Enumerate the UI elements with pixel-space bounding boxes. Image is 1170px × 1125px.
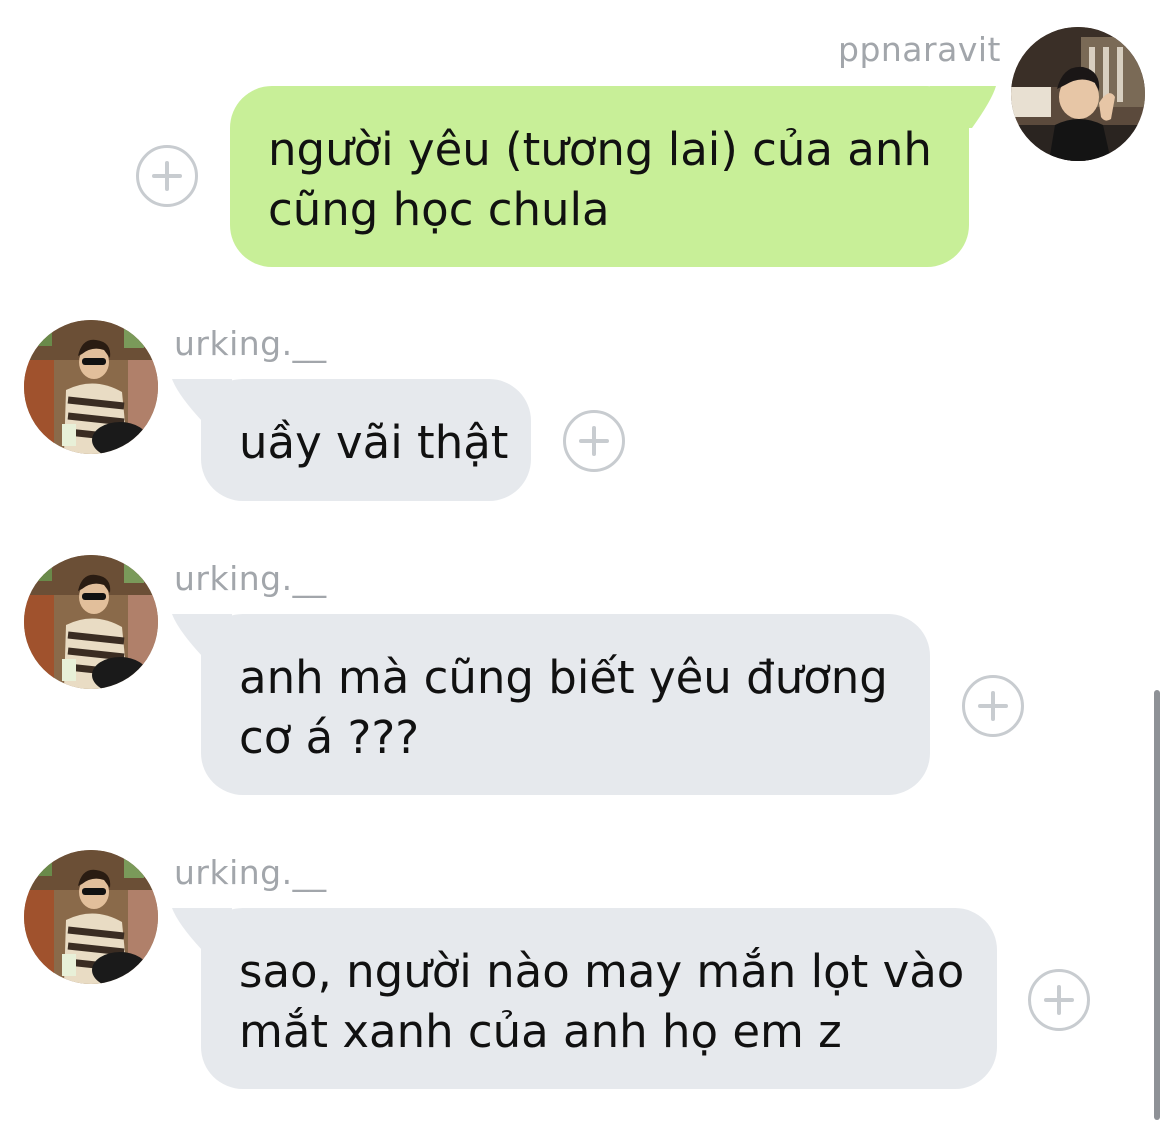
message-line: cũng học chula bbox=[268, 183, 610, 236]
sender-name: urking.__ bbox=[174, 853, 327, 892]
sender-name: urking.__ bbox=[174, 559, 327, 598]
bubble-tail bbox=[172, 379, 232, 421]
message-bubble-outgoing[interactable]: người yêu (tương lai) của anh cũng học c… bbox=[230, 86, 969, 267]
avatar[interactable] bbox=[24, 850, 158, 984]
sender-name: ppnaravit bbox=[838, 30, 1001, 69]
message-line: người yêu (tương lai) của anh bbox=[268, 123, 932, 176]
plus-circle-icon[interactable] bbox=[962, 675, 1024, 737]
message-line: sao, người nào may mắn lọt vào bbox=[239, 945, 965, 998]
profile-photo-urking bbox=[24, 850, 158, 984]
sender-name: urking.__ bbox=[174, 324, 327, 363]
profile-photo-urking bbox=[24, 320, 158, 454]
message-line: uầy vãi thật bbox=[239, 416, 509, 469]
profile-photo-ppnaravit bbox=[1011, 27, 1145, 161]
profile-photo-urking bbox=[24, 555, 158, 689]
plus-circle-icon[interactable] bbox=[1028, 969, 1090, 1031]
message-bubble-incoming[interactable]: uầy vãi thật bbox=[201, 379, 531, 501]
avatar[interactable] bbox=[1011, 27, 1145, 161]
message-bubble-incoming[interactable]: anh mà cũng biết yêu đương cơ á ??? bbox=[201, 614, 930, 795]
plus-circle-icon[interactable] bbox=[563, 410, 625, 472]
plus-circle-icon[interactable] bbox=[136, 145, 198, 207]
avatar[interactable] bbox=[24, 555, 158, 689]
bubble-tail bbox=[172, 908, 232, 950]
message-bubble-incoming[interactable]: sao, người nào may mắn lọt vào mắt xanh … bbox=[201, 908, 997, 1089]
bubble-tail bbox=[930, 86, 996, 128]
message-line: cơ á ??? bbox=[239, 711, 420, 764]
chat-thread[interactable]: ppnaravit người yêu (tương lai) của anh … bbox=[0, 0, 1170, 1125]
scrollbar[interactable] bbox=[1154, 690, 1160, 1120]
avatar[interactable] bbox=[24, 320, 158, 454]
bubble-tail bbox=[172, 614, 232, 656]
message-line: mắt xanh của anh họ em z bbox=[239, 1005, 842, 1058]
message-line: anh mà cũng biết yêu đương bbox=[239, 651, 888, 704]
